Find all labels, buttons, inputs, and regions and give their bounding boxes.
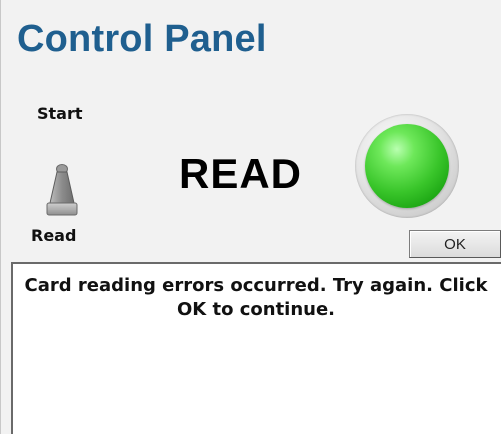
switch-bottom-label: Read <box>31 226 77 245</box>
message-box: Card reading errors occurred. Try again.… <box>11 262 501 434</box>
ok-button[interactable]: OK <box>409 230 501 258</box>
panel-title: Control Panel <box>17 18 267 60</box>
toggle-switch-icon[interactable] <box>44 162 80 220</box>
status-text: READ <box>179 150 303 197</box>
control-panel: Control Panel Start Read READ OK Card re… <box>0 0 501 434</box>
switch-top-label: Start <box>37 104 83 123</box>
error-message-text: Card reading errors occurred. Try again.… <box>24 275 488 320</box>
green-led-indicator-icon <box>365 124 449 208</box>
